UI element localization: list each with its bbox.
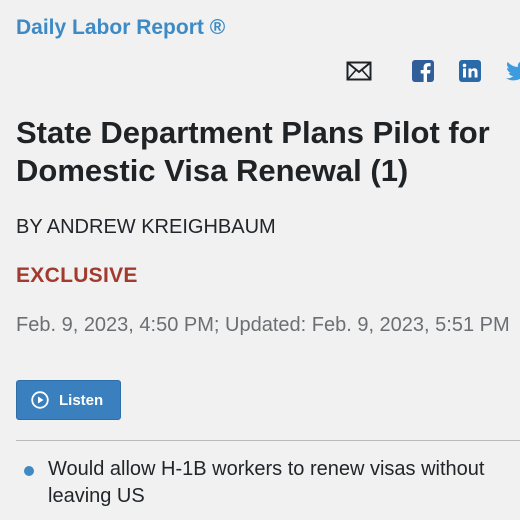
listen-label: Listen (59, 391, 104, 409)
bullet-dot-icon (24, 466, 34, 476)
list-item: Would allow H-1B workers to renew visas … (16, 456, 520, 510)
email-icon[interactable] (346, 58, 372, 84)
article-bullets: Would allow H-1B workers to renew visas … (16, 456, 520, 510)
section-title[interactable]: Daily Labor Report ® (16, 16, 225, 40)
exclusive-label: EXCLUSIVE (16, 264, 138, 287)
headline-line-2: Domestic Visa Renewal (1) (16, 153, 409, 188)
article-headline: State Department Plans Pilot for Domesti… (16, 114, 520, 190)
dateline: Feb. 9, 2023, 4:50 PM; Updated: Feb. 9, … (16, 314, 510, 336)
share-toolbar (340, 58, 520, 88)
play-circle-icon (31, 391, 49, 409)
twitter-icon[interactable] (506, 58, 520, 84)
divider (16, 440, 520, 441)
linkedin-icon[interactable] (458, 58, 482, 84)
facebook-icon[interactable] (412, 58, 434, 84)
headline-line-1: State Department Plans Pilot for (16, 115, 490, 150)
article-page: Daily Labor Report ® State Department Pl… (0, 0, 520, 520)
byline[interactable]: BY ANDREW KREIGHBAUM (16, 216, 276, 239)
bullet-text: Would allow H-1B workers to renew visas … (48, 458, 485, 507)
listen-button[interactable]: Listen (16, 380, 121, 420)
